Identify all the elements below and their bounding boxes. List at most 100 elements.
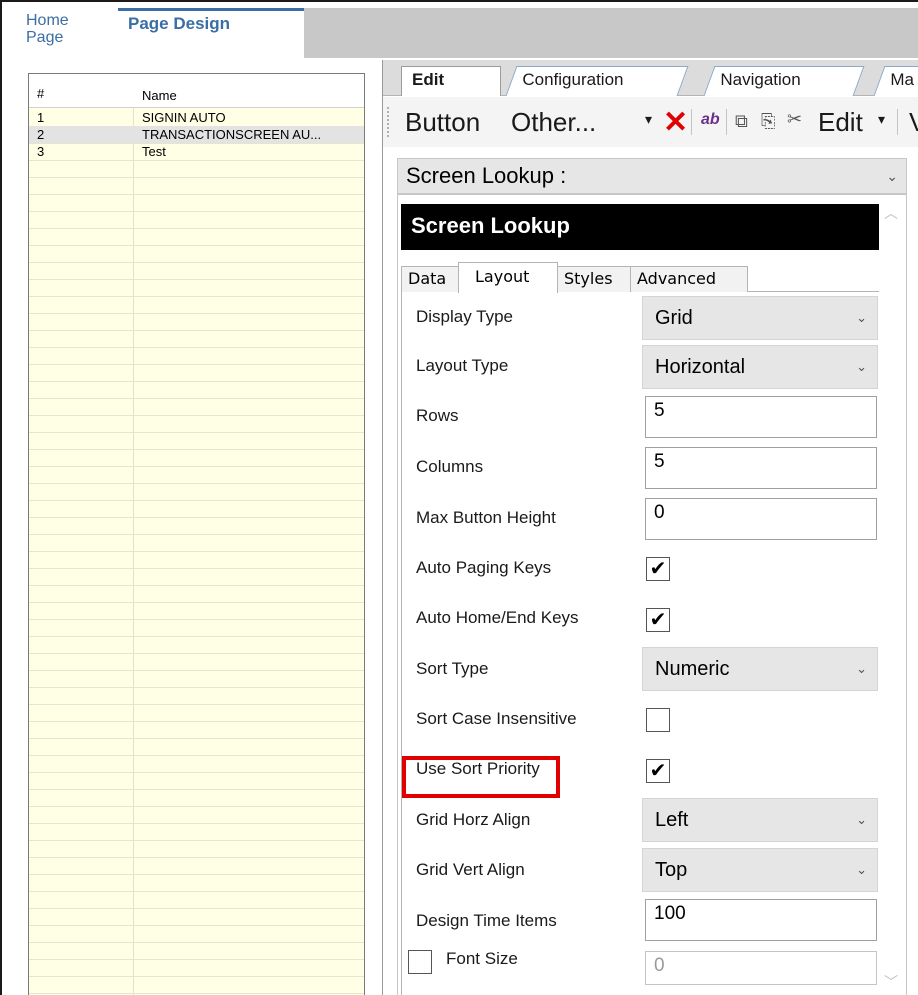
font-size-input[interactable]: 0 [645, 951, 877, 985]
auto-home-end-keys-checkbox[interactable]: ✔ [646, 608, 670, 632]
prop-label: Use Sort Priority [416, 759, 540, 778]
row-gridline [29, 823, 364, 824]
rename-icon[interactable]: ab [701, 111, 720, 129]
scroll-down-icon[interactable]: ﹀ [884, 972, 898, 992]
chevron-down-icon: ⌄ [856, 812, 867, 827]
design-time-items-input[interactable]: 100 [645, 899, 877, 941]
list-row[interactable]: 1 SIGNIN AUTO [29, 109, 364, 126]
row-gridline [29, 653, 364, 654]
toolbar-grip[interactable] [387, 107, 389, 137]
tab-styles[interactable]: Styles [557, 266, 631, 292]
tab-configuration-label: Configuration [522, 70, 624, 89]
columns-input[interactable]: 5 [645, 447, 877, 489]
list-header: # Name [29, 74, 364, 108]
prop-label: Grid Vert Align [416, 860, 525, 879]
tab-edit[interactable]: Edit [401, 66, 501, 96]
chevron-down-icon[interactable]: ▾ [878, 111, 885, 128]
tab-layout[interactable]: Layout [458, 262, 558, 293]
prop-sort-type: Sort Type Numeric ⌄ [402, 642, 880, 692]
view-menu[interactable]: V [909, 107, 918, 138]
max-button-height-input[interactable]: 0 [645, 498, 877, 540]
chevron-down-icon: ⌄ [856, 862, 867, 877]
font-size-checkbox[interactable] [408, 950, 432, 974]
app-window: Home Page Page Design # Name 1 SIGNIN AU… [0, 0, 918, 995]
copy-icon[interactable]: ⧉ [735, 111, 748, 132]
grid-vert-align-select[interactable]: Top ⌄ [642, 848, 878, 892]
row-gridline [29, 381, 364, 382]
row-gridline [29, 449, 364, 450]
row-gridline [29, 789, 364, 790]
layout-type-select[interactable]: Horizontal ⌄ [642, 345, 878, 389]
tab-data[interactable]: Data [401, 266, 459, 292]
row-gridline [29, 636, 364, 637]
column-header-name[interactable]: Name [142, 88, 177, 103]
paste-icon[interactable]: ⎘ [761, 111, 775, 132]
screen-select-value: Screen Lookup : [406, 163, 567, 188]
row-gridline [29, 194, 364, 195]
row-gridline [29, 959, 364, 960]
design-panel: Edit Configuration Navigation Ma Button … [382, 60, 918, 995]
row-gridline [29, 874, 364, 875]
chevron-down-icon: ⌄ [886, 168, 898, 184]
row-gridline [29, 619, 364, 620]
row-gridline [29, 755, 364, 756]
row-gridline [29, 483, 364, 484]
row-gridline [29, 415, 364, 416]
chevron-down-icon: ⌄ [856, 359, 867, 374]
prop-label: Font Size [446, 949, 518, 968]
toolbar: Button Other... ▾ ✕ ab ⧉ ⎘ ✂ Edit ▾ V [383, 97, 918, 147]
scroll-up-icon[interactable]: ︿ [884, 203, 898, 223]
row-gridline [29, 228, 364, 229]
tab-ma[interactable]: Ma [873, 66, 918, 96]
row-gridline [29, 398, 364, 399]
row-gridline [29, 262, 364, 263]
row-gridline [29, 772, 364, 773]
tab-page-design[interactable]: Page Design [118, 8, 304, 58]
list-row-selected[interactable]: 2 TRANSACTIONSCREEN AU... [29, 126, 364, 143]
row-gridline [29, 942, 364, 943]
auto-paging-keys-checkbox[interactable]: ✔ [646, 557, 670, 581]
sort-case-insensitive-checkbox[interactable] [646, 708, 670, 732]
row-gridline [29, 347, 364, 348]
row-gridline [29, 806, 364, 807]
row-gridline [29, 704, 364, 705]
delete-icon[interactable]: ✕ [663, 105, 688, 140]
display-type-select[interactable]: Grid ⌄ [642, 296, 878, 340]
prop-label: Layout Type [416, 356, 509, 375]
select-value: Left [655, 809, 689, 831]
row-number: 1 [37, 110, 45, 125]
row-gridline [29, 721, 364, 722]
page-list: # Name 1 SIGNIN AUTO 2 TRANSACTIONSCREEN… [28, 73, 365, 995]
tab-home-page[interactable]: Home Page [18, 8, 108, 58]
prop-auto-home-end-keys: Auto Home/End Keys ✔ [402, 592, 880, 642]
cut-icon[interactable]: ✂ [787, 109, 802, 130]
edit-menu[interactable]: Edit [818, 107, 863, 138]
prop-auto-paging-keys: Auto Paging Keys ✔ [402, 542, 880, 592]
row-gridline [29, 211, 364, 212]
prop-display-type: Display Type Grid ⌄ [402, 292, 880, 342]
prop-label: Design Time Items [416, 911, 557, 930]
row-gridline [29, 602, 364, 603]
sort-type-select[interactable]: Numeric ⌄ [642, 647, 878, 691]
tab-navigation[interactable]: Navigation [703, 66, 865, 96]
row-gridline [29, 857, 364, 858]
toolbar-separator [897, 109, 898, 135]
row-gridline [29, 551, 364, 552]
grid-horz-align-select[interactable]: Left ⌄ [642, 798, 878, 842]
screen-lookup-select[interactable]: Screen Lookup : ⌄ [397, 158, 907, 194]
chevron-down-icon[interactable]: ▾ [645, 111, 652, 128]
tab-advanced[interactable]: Advanced [630, 266, 748, 292]
list-row[interactable]: 3 Test [29, 143, 364, 160]
row-gridline [29, 738, 364, 739]
row-gridline [29, 517, 364, 518]
row-name: TRANSACTIONSCREEN AU... [142, 127, 322, 142]
button-menu[interactable]: Button [405, 107, 480, 138]
use-sort-priority-checkbox[interactable]: ✔ [646, 759, 670, 783]
tab-configuration[interactable]: Configuration [505, 66, 689, 96]
tab-navigation-label: Navigation [720, 70, 801, 89]
property-list: Display Type Grid ⌄ Layout Type Horizont… [401, 292, 879, 995]
column-header-number[interactable]: # [37, 86, 44, 101]
rows-input[interactable]: 5 [645, 396, 877, 438]
tab-bar-fill [304, 8, 918, 58]
other-menu[interactable]: Other... [511, 107, 596, 138]
